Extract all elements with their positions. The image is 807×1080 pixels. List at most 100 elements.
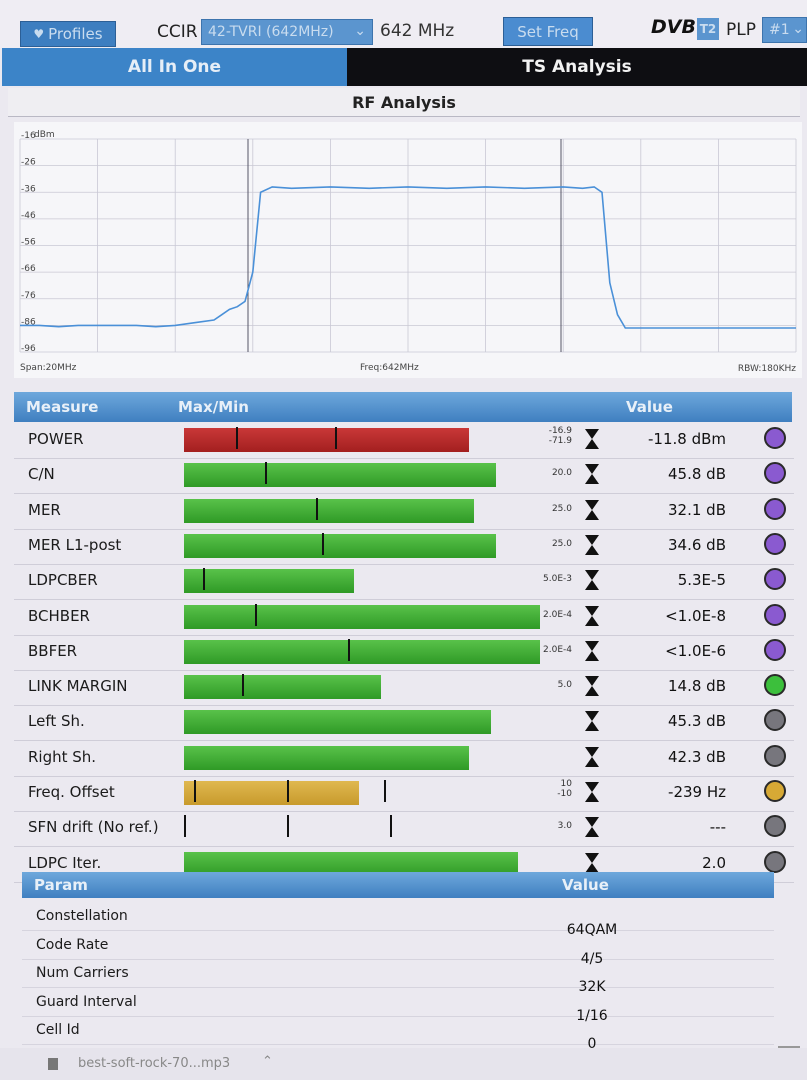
threshold-value: -10 [557, 789, 572, 799]
hourglass-icon[interactable] [584, 746, 600, 768]
hourglass-icon[interactable] [584, 675, 600, 697]
level-bar [184, 745, 469, 770]
measure-value: -239 Hz [668, 783, 726, 801]
status-indicator [764, 850, 786, 873]
top-toolbar: ♥ Profiles CCIR 42-TVRI (642MHz) ⌄ 642 M… [0, 0, 807, 48]
measure-value: 2.0 [702, 853, 726, 872]
param-row: Constellation 64QAM [22, 902, 774, 938]
level-bar [184, 604, 540, 629]
status-indicator [764, 568, 786, 591]
measure-row: LINK MARGIN 5.0 14.8 dB [14, 670, 794, 707]
hourglass-icon[interactable] [584, 534, 600, 556]
chevron-up-icon[interactable]: ⌃ [262, 1054, 273, 1069]
measure-row: Right Sh. 42.3 dB [14, 741, 794, 777]
hourglass-icon[interactable] [584, 781, 600, 803]
y-unit-label: dBm [34, 130, 55, 140]
hourglass-icon[interactable] [584, 816, 600, 838]
measure-label: BCHBER [28, 606, 90, 625]
minmax-tick [348, 638, 351, 661]
set-freq-button[interactable]: Set Freq [503, 17, 593, 46]
y-tick-label: -76 [21, 291, 36, 301]
threshold-range: 10 -10 [557, 779, 572, 799]
download-filename[interactable]: best-soft-rock-70...mp3 [78, 1056, 230, 1071]
threshold-value: 5.0 [557, 680, 572, 691]
param-label: Cell Id [36, 1022, 80, 1038]
param-label: Constellation [36, 908, 128, 924]
measure-value: 14.8 dB [668, 677, 726, 696]
measure-row: MER 25.0 32.1 dB [14, 494, 794, 530]
measure-label: MER [28, 500, 61, 519]
rbw-label: RBW:180KHz [738, 364, 796, 374]
measure-value: 42.3 dB [668, 747, 726, 766]
measure-label: SFN drift (No ref.) [28, 818, 159, 837]
status-indicator [764, 709, 786, 732]
span-label: Span:20MHz [20, 363, 77, 373]
chevron-down-icon: ⌄ [354, 23, 366, 39]
minmax-tick [287, 780, 290, 802]
plp-value: #1 [769, 22, 790, 38]
measure-row: SFN drift (No ref.) 3.0 --- [14, 811, 794, 848]
rf-analysis-title: RF Analysis [8, 88, 800, 117]
level-bar [184, 675, 382, 700]
profiles-label: Profiles [48, 25, 103, 43]
measure-value: -11.8 dBm [647, 430, 726, 448]
measure-row: Freq. Offset 10 -10 -239 Hz [14, 776, 794, 812]
channel-value: 42-TVRI (642MHz) [208, 24, 334, 40]
measure-value: 32.1 dB [668, 500, 726, 519]
minmax-tick [203, 568, 206, 591]
param-label: Guard Interval [36, 993, 137, 1010]
measure-label: LINK MARGIN [28, 677, 128, 696]
minmax-tick [322, 532, 325, 555]
threshold-value: -16.9 [548, 426, 572, 436]
hourglass-icon[interactable] [584, 499, 600, 521]
minmax-tick [383, 780, 386, 802]
hourglass-icon[interactable] [584, 852, 600, 874]
threshold-value: 5.0E-3 [543, 574, 572, 585]
maxmin-column-header: Max/Min [178, 398, 249, 416]
hourglass-icon[interactable] [584, 605, 600, 627]
threshold-range: -16.9 -71.9 [549, 426, 572, 446]
plp-select[interactable]: #1 ⌄ [762, 17, 807, 43]
hourglass-icon[interactable] [584, 569, 600, 591]
measure-row: BBFER 2.0E-4 <1.0E-6 [14, 635, 794, 671]
tab-ts-analysis[interactable]: TS Analysis [347, 48, 807, 86]
system-version-badge[interactable]: T2 [697, 18, 719, 40]
threshold-value: 25.0 [551, 503, 572, 514]
status-indicator [764, 780, 786, 802]
measure-label: C/N [28, 465, 55, 484]
threshold-value: 10 [560, 779, 572, 789]
minmax-tick [235, 427, 238, 449]
measure-label: BBFER [28, 641, 78, 660]
threshold-range: 2.0E-4 [543, 645, 572, 655]
freq-label: Freq:642MHz [360, 363, 419, 373]
threshold-range: 5.0E-3 [543, 574, 572, 584]
hourglass-icon[interactable] [584, 463, 600, 485]
measure-column-header: Measure [26, 398, 99, 416]
plp-label: PLP [726, 20, 756, 40]
hourglass-icon[interactable] [584, 428, 600, 450]
y-tick-label: -96 [21, 344, 36, 354]
param-row: Code Rate 4/5 [22, 931, 774, 967]
hourglass-icon[interactable] [584, 710, 600, 732]
measure-value: <1.0E-8 [665, 606, 726, 625]
profiles-button[interactable]: ♥ Profiles [20, 21, 116, 47]
hourglass-icon[interactable] [584, 640, 600, 662]
measure-label: Left Sh. [28, 712, 85, 731]
file-icon [48, 1058, 58, 1070]
level-bar [184, 569, 354, 594]
param-row: Cell Id 0 [22, 1016, 774, 1052]
download-bar: best-soft-rock-70...mp3 ⌃ [0, 1048, 807, 1080]
channel-select[interactable]: 42-TVRI (642MHz) ⌄ [201, 19, 373, 45]
measure-value: 45.8 dB [668, 465, 726, 484]
threshold-range: 25.0 [552, 539, 572, 549]
measure-value: <1.0E-6 [665, 641, 726, 660]
tab-all-in-one[interactable]: All In One [2, 48, 347, 86]
minmax-tick [184, 815, 186, 838]
status-indicator [764, 638, 786, 661]
frequency-input[interactable]: 642 MHz [380, 21, 454, 41]
y-tick-label: -26 [21, 158, 36, 168]
measure-value: 34.6 dB [668, 535, 726, 554]
measure-header: Measure Max/Min Value [14, 392, 792, 422]
threshold-range: 5.0 [558, 680, 572, 690]
threshold-value: 2.0E-4 [543, 609, 572, 620]
